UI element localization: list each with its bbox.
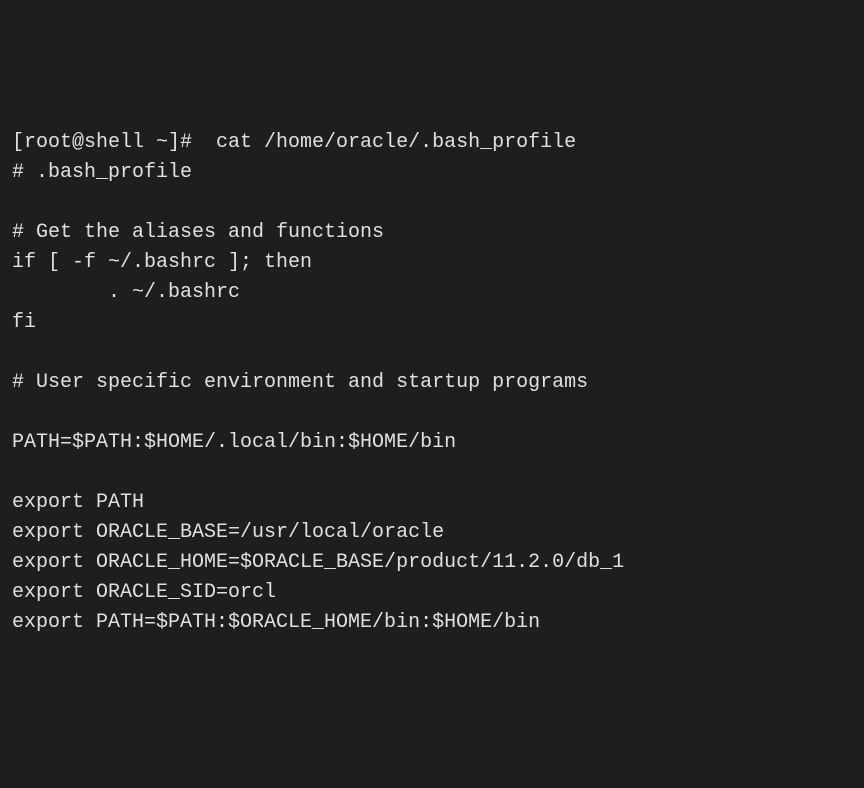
terminal-line <box>12 188 852 218</box>
terminal-line: export PATH <box>12 488 852 518</box>
terminal-line: # .bash_profile <box>12 158 852 188</box>
terminal-line <box>12 398 852 428</box>
terminal-line: export ORACLE_HOME=$ORACLE_BASE/product/… <box>12 548 852 578</box>
terminal-line: . ~/.bashrc <box>12 278 852 308</box>
terminal-line <box>12 338 852 368</box>
terminal-line <box>12 458 852 488</box>
terminal-line: export ORACLE_SID=orcl <box>12 578 852 608</box>
terminal-output: [root@shell ~]# cat /home/oracle/.bash_p… <box>12 128 852 638</box>
terminal-line: export PATH=$PATH:$ORACLE_HOME/bin:$HOME… <box>12 608 852 638</box>
terminal-line: [root@shell ~]# cat /home/oracle/.bash_p… <box>12 128 852 158</box>
terminal-line: fi <box>12 308 852 338</box>
terminal-line: # User specific environment and startup … <box>12 368 852 398</box>
terminal-line: # Get the aliases and functions <box>12 218 852 248</box>
terminal-line: PATH=$PATH:$HOME/.local/bin:$HOME/bin <box>12 428 852 458</box>
terminal-line: export ORACLE_BASE=/usr/local/oracle <box>12 518 852 548</box>
terminal-line: if [ -f ~/.bashrc ]; then <box>12 248 852 278</box>
